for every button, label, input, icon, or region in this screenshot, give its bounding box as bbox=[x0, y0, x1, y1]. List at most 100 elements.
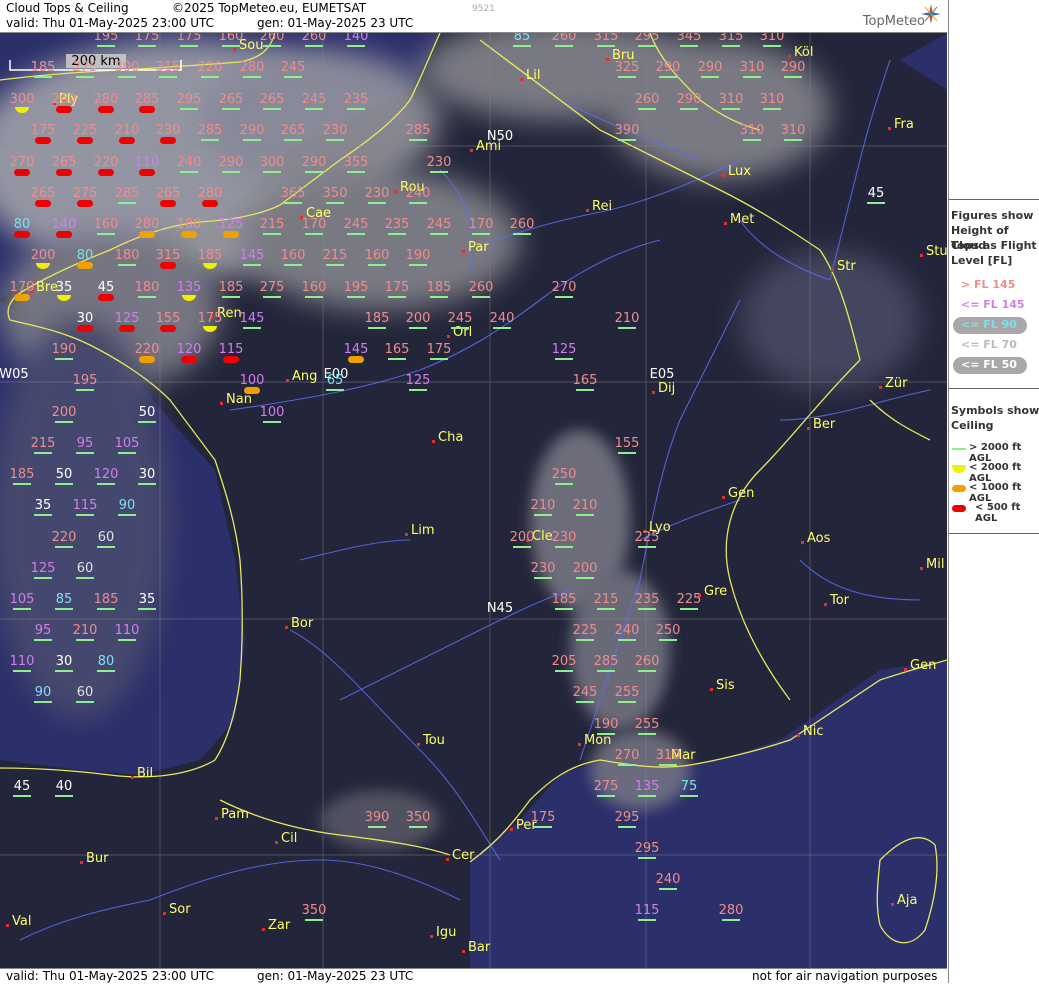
cloud-top-station: 280 bbox=[240, 60, 265, 78]
disclaimer: not for air navigation purposes bbox=[752, 969, 938, 983]
cloud-top-value: 165 bbox=[573, 373, 598, 388]
cloud-top-value: 310 bbox=[740, 60, 765, 75]
cloud-top-station: 240 bbox=[406, 186, 430, 204]
cloud-top-value: 140 bbox=[344, 33, 369, 44]
ceiling-pill-icon bbox=[139, 106, 155, 113]
city-label: Aos bbox=[807, 531, 831, 546]
cloud-top-value: 255 bbox=[635, 717, 660, 732]
ceiling-pill-icon bbox=[160, 325, 176, 332]
cloud-top-value: 295 bbox=[615, 810, 640, 825]
ceiling-pill-icon bbox=[139, 356, 155, 363]
cloud-top-station: 245 bbox=[573, 685, 598, 703]
cloud-top-value: 275 bbox=[594, 779, 619, 794]
cloud-top-value: 100 bbox=[260, 405, 285, 420]
cloud-top-station: 125 bbox=[552, 342, 576, 360]
cloud-top-station: 80 bbox=[77, 248, 93, 269]
city-label: Bre bbox=[36, 280, 58, 295]
image-code: 9521 bbox=[472, 4, 495, 14]
city-label: Nan bbox=[226, 392, 252, 407]
copyright: ©2025 TopMeteo.eu, EUMETSAT bbox=[172, 1, 367, 15]
cloud-top-station: 45 bbox=[13, 779, 31, 797]
cloud-top-value: 260 bbox=[510, 217, 535, 232]
cloud-top-station: 350 bbox=[406, 810, 430, 828]
city-marker-icon bbox=[447, 335, 450, 338]
cloud-top-station: 165 bbox=[573, 373, 598, 391]
cloud-top-station: 170 bbox=[469, 217, 493, 235]
city-label: Lim bbox=[411, 523, 435, 538]
cloud-top-station: 270 bbox=[615, 748, 639, 766]
cloud-top-value: 105 bbox=[10, 592, 35, 607]
ceiling-pill-icon bbox=[56, 106, 72, 113]
cloud-top-station: 160 bbox=[281, 248, 306, 266]
city-label: Cha bbox=[438, 430, 463, 445]
cloud-top-station: 245 bbox=[302, 92, 326, 110]
ceiling-pill-icon bbox=[98, 169, 114, 176]
cloud-top-value: 125 bbox=[219, 217, 244, 232]
cloud-top-value: 135 bbox=[635, 779, 660, 794]
cloud-top-value: 175 bbox=[531, 810, 556, 825]
cloud-top-station: 175 bbox=[385, 280, 409, 298]
cloud-top-station: 160 bbox=[365, 248, 389, 266]
cloud-top-station: 245 bbox=[448, 311, 472, 329]
cloud-top-station: 90 bbox=[118, 498, 136, 516]
cloud-top-value: 245 bbox=[573, 685, 598, 700]
city-marker-icon bbox=[286, 379, 289, 382]
cloud-top-value: 300 bbox=[115, 60, 140, 75]
cloud-top-station: 210 bbox=[615, 311, 639, 329]
legend-ceiling-item: < 2000 ft AGL bbox=[949, 460, 1039, 484]
cloud-top-station: 250 bbox=[656, 623, 681, 641]
cloud-top-value: 180 bbox=[115, 248, 140, 263]
cloud-top-value: 100 bbox=[240, 373, 265, 388]
cloud-top-value: 265 bbox=[219, 92, 244, 107]
cloud-top-station: 230 bbox=[552, 530, 576, 548]
city-marker-icon bbox=[891, 903, 894, 906]
cloud-top-station: 245 bbox=[427, 217, 451, 235]
cloud-top-value: 260 bbox=[260, 33, 285, 44]
cloud-top-station: 115 bbox=[635, 903, 659, 921]
ceiling-pill-icon bbox=[56, 231, 72, 238]
cloud-top-value: 185 bbox=[198, 248, 223, 263]
cloud-top-station: 290 bbox=[240, 123, 264, 141]
cloud-top-station: 185 bbox=[365, 311, 389, 329]
cloud-top-value: 390 bbox=[365, 810, 390, 825]
ceiling-pill-icon bbox=[160, 262, 176, 269]
cloud-top-value: 50 bbox=[56, 467, 73, 482]
cloud-top-station: 210 bbox=[73, 623, 97, 641]
ceiling-pill-icon bbox=[348, 356, 364, 363]
cloud-top-station: 230 bbox=[323, 123, 347, 141]
legend-fl-label: <= FL 70 bbox=[961, 338, 1017, 351]
cloud-top-station: 265 bbox=[281, 123, 305, 141]
cloud-top-station: 50 bbox=[55, 467, 73, 485]
cloud-top-station: 185 bbox=[219, 280, 243, 298]
city-marker-icon bbox=[233, 48, 236, 51]
cloud-top-value: 160 bbox=[281, 248, 306, 263]
cloud-top-value: 310 bbox=[719, 92, 744, 107]
cloud-top-value: 250 bbox=[656, 623, 681, 638]
cloud-top-value: 215 bbox=[323, 248, 348, 263]
cloud-top-value: 270 bbox=[552, 280, 577, 295]
cloud-top-station: 60 bbox=[76, 685, 94, 703]
cloud-top-value: 275 bbox=[73, 60, 98, 75]
cloud-top-value: 135 bbox=[177, 280, 202, 295]
city-marker-icon bbox=[131, 776, 134, 779]
cloud-top-value: 315 bbox=[156, 60, 181, 75]
legend-title-line: Level [FL] bbox=[951, 254, 1013, 267]
cloud-top-station: 235 bbox=[344, 92, 368, 110]
cloud-top-station: 200 bbox=[573, 561, 597, 579]
cloud-top-value: 295 bbox=[635, 33, 660, 44]
cloud-top-value: 280 bbox=[240, 60, 265, 75]
cloud-top-value: 240 bbox=[615, 623, 640, 638]
legend-title-line: Symbols show bbox=[951, 404, 1039, 417]
cloud-top-value: 260 bbox=[635, 654, 660, 669]
legend-fl-item: <= FL 70 bbox=[949, 336, 1039, 356]
cloud-top-station: 390 bbox=[365, 810, 390, 828]
cloud-top-value: 345 bbox=[677, 33, 702, 44]
cloud-top-value: 175 bbox=[135, 33, 160, 44]
cloud-top-value: 220 bbox=[198, 60, 223, 75]
legend-title-line: Tops as Flight bbox=[951, 239, 1037, 252]
cloud-top-value: 90 bbox=[35, 685, 52, 700]
ceiling-pill-icon bbox=[77, 137, 93, 144]
satellite-map[interactable]: 200 km N50 N45 W05 E00 E05 Sou Lil Bru Köl Ply Am… bbox=[0, 33, 947, 968]
city-label: Tou bbox=[422, 733, 445, 748]
cloud-top-station: 225 bbox=[573, 623, 597, 641]
